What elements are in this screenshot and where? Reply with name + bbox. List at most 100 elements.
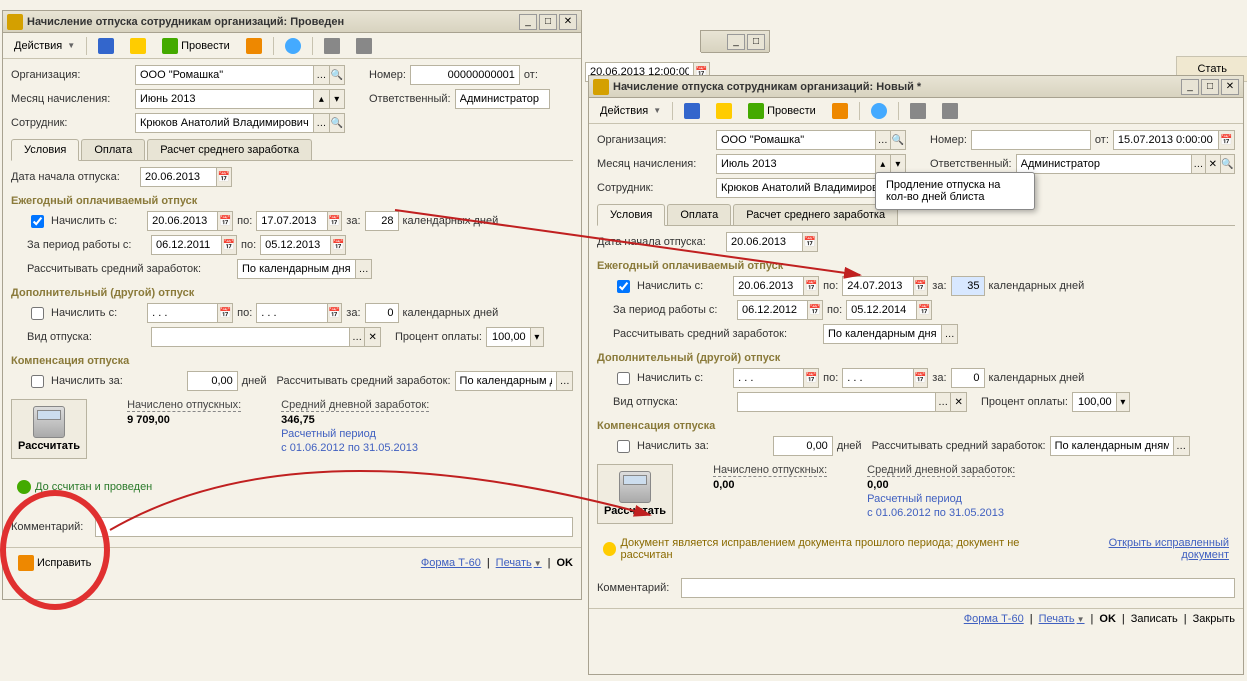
vac-type-2[interactable]: …✕ xyxy=(737,392,967,412)
tb-icon-3[interactable] xyxy=(825,100,855,122)
annual-from-2[interactable]: 📅 xyxy=(733,276,819,296)
annual-days-field[interactable] xyxy=(365,211,399,231)
calendar-icon[interactable]: 📅 xyxy=(802,233,817,251)
start-date-field[interactable]: 📅 xyxy=(140,167,232,187)
comment-field[interactable] xyxy=(95,517,573,537)
lookup-icon[interactable]: … xyxy=(349,328,365,346)
lookup-icon[interactable]: … xyxy=(935,393,951,411)
bg-min[interactable]: _ xyxy=(727,34,745,50)
responsible-field-2[interactable]: …✕🔍 xyxy=(1016,154,1235,174)
avg-method-2[interactable]: … xyxy=(823,324,958,344)
calendar-icon[interactable]: 📅 xyxy=(1218,131,1234,149)
minimize-button[interactable]: _ xyxy=(519,14,537,30)
org-field[interactable]: …🔍 xyxy=(135,65,345,85)
actions-menu[interactable]: Действия▼ xyxy=(7,37,82,55)
calendar-icon[interactable]: 📅 xyxy=(807,301,822,319)
add-to-2[interactable]: 📅 xyxy=(842,368,928,388)
tb-icon-4[interactable] xyxy=(903,100,933,122)
vac-type-field[interactable]: …✕ xyxy=(151,327,381,347)
comp-avg-2[interactable]: … xyxy=(1050,436,1190,456)
close-button[interactable]: ✕ xyxy=(1221,79,1239,95)
calendar-icon[interactable]: 📅 xyxy=(330,236,345,254)
org-search-icon[interactable]: 🔍 xyxy=(329,66,344,84)
calendar-icon[interactable]: 📅 xyxy=(803,277,818,295)
tab-payment[interactable]: Оплата xyxy=(667,204,731,225)
period-from-2[interactable]: 📅 xyxy=(737,300,823,320)
maximize-button[interactable]: □ xyxy=(1201,79,1219,95)
tb-icon-2[interactable] xyxy=(123,35,153,57)
actions-menu[interactable]: Действия▼ xyxy=(593,102,668,120)
lookup-icon[interactable]: … xyxy=(875,131,890,149)
month-up-icon[interactable]: ▴ xyxy=(313,90,328,108)
comp-avg-field[interactable]: … xyxy=(455,371,573,391)
calendar-icon[interactable]: 📅 xyxy=(916,301,931,319)
lookup-icon[interactable]: … xyxy=(1191,155,1205,173)
calendar-icon[interactable]: 📅 xyxy=(217,304,232,322)
calendar-icon[interactable]: 📅 xyxy=(217,212,232,230)
process-button[interactable]: Провести xyxy=(741,100,823,122)
calendar-icon[interactable]: 📅 xyxy=(216,168,231,186)
help-button[interactable] xyxy=(278,35,308,57)
comp-check[interactable] xyxy=(31,375,44,388)
close-button-2[interactable]: Закрыть xyxy=(1193,613,1235,625)
calendar-icon[interactable]: 📅 xyxy=(803,369,818,387)
dropdown-icon[interactable]: ▾ xyxy=(1116,393,1129,411)
print-link[interactable]: Печать▼ xyxy=(496,557,542,569)
form-t60-link[interactable]: Форма Т-60 xyxy=(421,557,481,569)
number-field[interactable] xyxy=(410,65,520,85)
period-from-field[interactable]: 📅 xyxy=(151,235,237,255)
tb-icon-4[interactable] xyxy=(317,35,347,57)
dropdown-icon[interactable]: ▾ xyxy=(530,328,543,346)
down-icon[interactable]: ▾ xyxy=(890,155,905,173)
doc-date-field-2[interactable]: 📅 xyxy=(1113,130,1235,150)
number-field-2[interactable] xyxy=(971,130,1091,150)
dropdown-icon[interactable]: … xyxy=(355,260,371,278)
process-button[interactable]: Провести xyxy=(155,35,237,57)
dropdown-icon[interactable]: … xyxy=(556,372,572,390)
add-from-2[interactable]: 📅 xyxy=(733,368,819,388)
up-icon[interactable]: ▴ xyxy=(875,155,890,173)
comp-days-field[interactable] xyxy=(187,371,238,391)
calculate-button-2[interactable]: Рассчитать xyxy=(597,464,673,524)
form-t60-link-2[interactable]: Форма Т-60 xyxy=(964,613,1024,625)
calendar-icon[interactable]: 📅 xyxy=(221,236,236,254)
tab-payment[interactable]: Оплата xyxy=(81,139,145,160)
percent-field[interactable]: ▾ xyxy=(486,327,544,347)
tb-icon-5[interactable] xyxy=(935,100,965,122)
print-link-2[interactable]: Печать▼ xyxy=(1039,613,1085,625)
clear-icon[interactable]: ✕ xyxy=(1205,155,1219,173)
start-date-field-2[interactable]: 📅 xyxy=(726,232,818,252)
bg-max[interactable]: □ xyxy=(747,34,765,50)
tb-icon-3[interactable] xyxy=(239,35,269,57)
tab-conditions[interactable]: Условия xyxy=(11,139,79,161)
month-field[interactable]: ▴▾ xyxy=(135,89,345,109)
open-fixed-link[interactable]: Открыть исправленный документ xyxy=(1065,537,1229,561)
tab-conditions[interactable]: Условия xyxy=(597,204,665,226)
responsible-field[interactable] xyxy=(455,89,550,109)
maximize-button[interactable]: □ xyxy=(539,14,557,30)
add-to-field[interactable]: 📅 xyxy=(256,303,342,323)
search-icon[interactable]: 🔍 xyxy=(1220,155,1234,173)
ok-button[interactable]: OK xyxy=(557,557,574,569)
add-from-field[interactable]: 📅 xyxy=(147,303,233,323)
comment-field-2[interactable] xyxy=(681,578,1235,598)
emp-search-icon[interactable]: 🔍 xyxy=(329,114,344,132)
add-check-2[interactable] xyxy=(617,372,630,385)
month-down-icon[interactable]: ▾ xyxy=(329,90,344,108)
month-field-2[interactable]: ▴▾ xyxy=(716,154,906,174)
period-to-2[interactable]: 📅 xyxy=(846,300,932,320)
dropdown-icon[interactable]: … xyxy=(1173,437,1189,455)
search-icon[interactable]: 🔍 xyxy=(890,131,905,149)
tab-avg-calc[interactable]: Расчет среднего заработка xyxy=(733,204,898,225)
dropdown-icon[interactable]: … xyxy=(941,325,957,343)
tab-avg-calc[interactable]: Расчет среднего заработка xyxy=(147,139,312,160)
annual-check-2[interactable] xyxy=(617,280,630,293)
fix-button[interactable]: Исправить xyxy=(11,552,98,574)
calendar-icon[interactable]: 📅 xyxy=(913,277,928,295)
annual-check[interactable] xyxy=(31,215,44,228)
add-days-2[interactable] xyxy=(951,368,985,388)
calculate-button[interactable]: Рассчитать xyxy=(11,399,87,459)
annual-days-2[interactable] xyxy=(951,276,985,296)
tb-icon-5[interactable] xyxy=(349,35,379,57)
save-button[interactable]: Записать xyxy=(1131,613,1178,625)
